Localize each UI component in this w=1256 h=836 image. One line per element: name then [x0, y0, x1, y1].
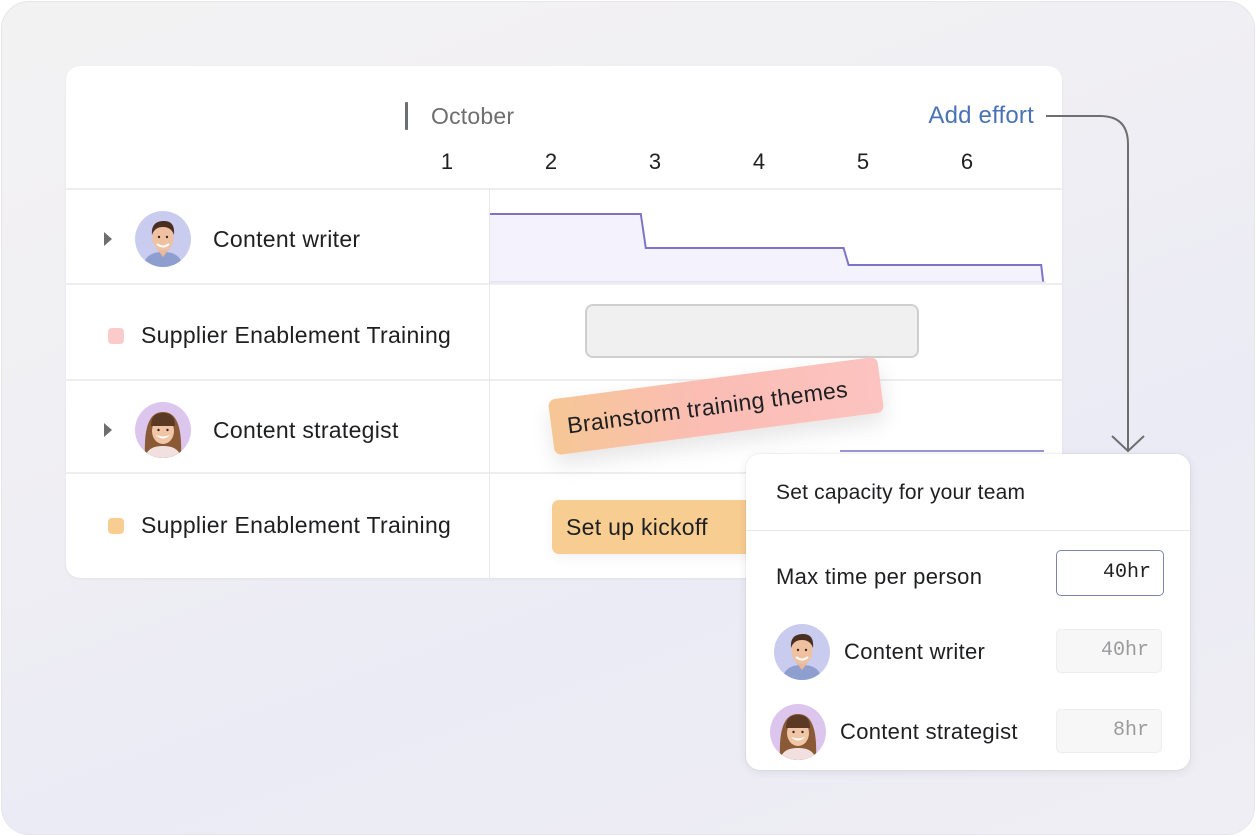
person-name: Content strategist: [840, 719, 1018, 744]
expand-caret-icon[interactable]: [104, 232, 112, 246]
task-set-up-kickoff[interactable]: Set up kickoff: [552, 500, 772, 554]
row-label-text: Content strategist: [213, 416, 399, 443]
max-time-input[interactable]: 40hr: [1056, 550, 1164, 596]
row-project-pink[interactable]: Supplier Enablement Training: [108, 322, 451, 349]
man-avatar: [774, 624, 830, 680]
project-color-swatch: [108, 327, 124, 344]
person-hours-input[interactable]: 8hr: [1056, 709, 1162, 753]
person-name: Content writer: [844, 639, 986, 664]
person-hours-input[interactable]: 40hr: [1056, 629, 1162, 673]
expand-caret-icon[interactable]: [104, 423, 112, 437]
max-time-label: Max time per person: [776, 564, 983, 589]
woman-avatar: [135, 402, 191, 458]
row-label-text: Supplier Enablement Training: [141, 512, 452, 538]
day-header: 2: [544, 149, 558, 174]
capacity-chart: [490, 213, 1046, 283]
month-label: October: [431, 103, 515, 129]
row-label-text: Supplier Enablement Training: [141, 322, 452, 348]
day-header: 5: [856, 149, 870, 174]
today-marker: [405, 102, 408, 130]
row-label-text: Content writer: [213, 225, 361, 252]
row-content-writer[interactable]: Content writer: [104, 211, 360, 267]
row-divider: [66, 379, 1062, 381]
add-effort-link[interactable]: Add effort: [928, 102, 1034, 130]
day-header: 1: [440, 149, 454, 174]
project-color-swatch: [108, 517, 124, 534]
day-header: 3: [648, 149, 662, 174]
popover-divider: [746, 530, 1190, 531]
row-project-orange[interactable]: Supplier Enablement Training: [108, 512, 451, 539]
day-header: 4: [752, 149, 766, 174]
day-header: 6: [960, 149, 974, 174]
woman-avatar: [770, 704, 826, 760]
capacity-line-strategist: [840, 450, 1044, 452]
popover-title: Set capacity for your team: [776, 481, 1026, 504]
row-content-strategist[interactable]: Content strategist: [104, 402, 399, 458]
capacity-popover: Set capacity for your team Max time per …: [746, 454, 1190, 770]
task-placeholder-bar[interactable]: [585, 304, 919, 358]
man-avatar: [135, 211, 191, 267]
